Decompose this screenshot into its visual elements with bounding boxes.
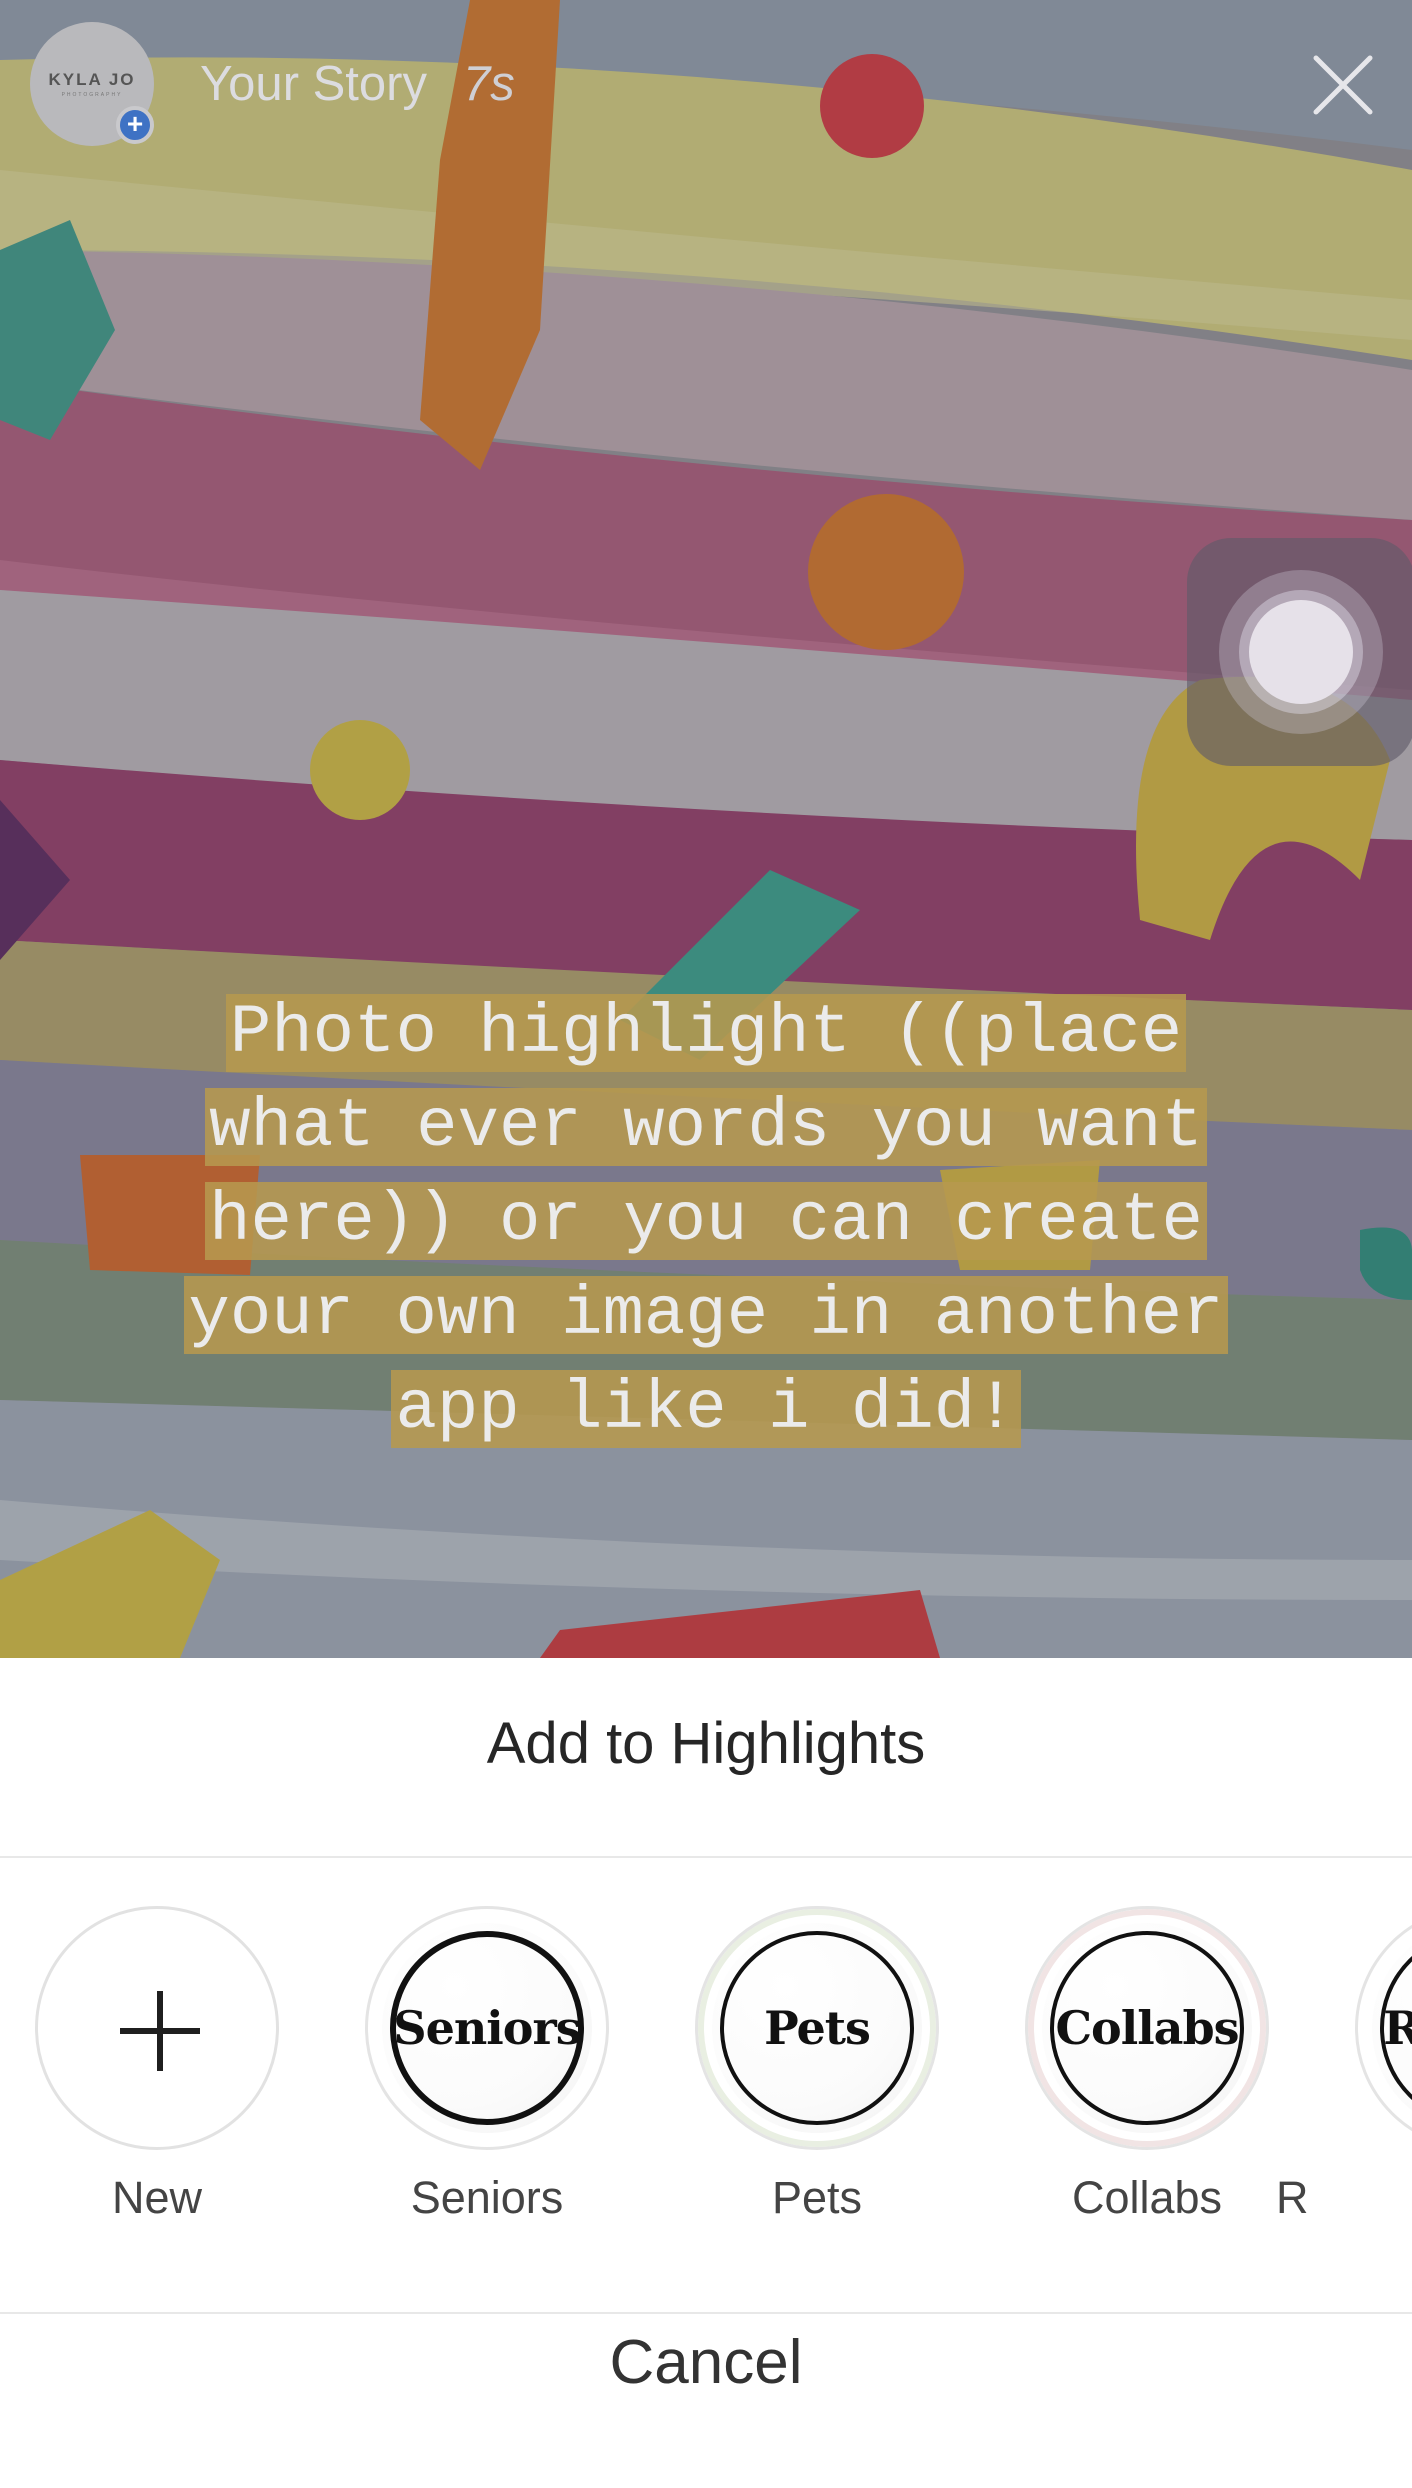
caption-line: app like i did! (391, 1370, 1021, 1448)
highlights-carousel[interactable]: Seniors Pets Collabs R (0, 1906, 1412, 2166)
story-timestamp: 7s (462, 57, 515, 111)
highlight-cover-text: Collabs (1055, 2001, 1239, 2055)
avatar[interactable]: KYLA JO PHOTOGRAPHY + (30, 22, 154, 146)
close-icon[interactable] (1310, 52, 1376, 118)
highlight-label-pets: Pets (692, 2172, 942, 2224)
add-story-plus-icon[interactable]: + (116, 106, 154, 144)
highlight-collabs[interactable]: Collabs (1022, 1906, 1272, 2150)
avatar-subtext: PHOTOGRAPHY (61, 92, 123, 98)
highlight-seniors[interactable]: Seniors (362, 1906, 612, 2150)
assistive-touch-core (1249, 600, 1353, 704)
sheet-title: Add to Highlights (486, 1711, 926, 1776)
caption-line: your own image in another (184, 1276, 1228, 1354)
new-highlight-button[interactable] (32, 1906, 282, 2150)
highlight-label: New (111, 2172, 203, 2223)
add-to-highlights-sheet: Add to Highlights Seniors Pets Collabs R… (0, 1658, 1412, 2488)
highlight-label-seniors: Seniors (362, 2172, 612, 2224)
highlight-label: R (1276, 2172, 1309, 2223)
highlight-cover-circle[interactable]: Pets (695, 1906, 939, 2150)
highlight-cover-circle[interactable]: Seniors (365, 1906, 609, 2150)
highlight-cover: Collabs (1042, 1923, 1252, 2133)
highlight-label-r: R (1276, 2172, 1412, 2224)
highlight-cover-text: R (1383, 2001, 1412, 2055)
divider (0, 1856, 1412, 1858)
caption-line: here)) or you can create (205, 1182, 1207, 1260)
highlight-cover: Seniors (382, 1923, 592, 2133)
highlight-cover-circle[interactable]: Collabs (1025, 1906, 1269, 2150)
story-title: Your Story (200, 57, 427, 111)
story-header: Your Story 7s (200, 56, 515, 112)
story-caption: Photo highlight ((place what ever words … (60, 986, 1352, 1456)
highlight-cover-text: Seniors (393, 2001, 581, 2055)
highlight-cover-circle[interactable]: R (1355, 1906, 1412, 2150)
caption-line: what ever words you want (205, 1088, 1207, 1166)
highlight-label-new: New (32, 2172, 282, 2224)
new-highlight-circle[interactable] (35, 1906, 279, 2150)
highlight-label: Seniors (410, 2172, 564, 2223)
assistive-touch-button[interactable] (1187, 538, 1412, 766)
highlight-cover: R (1372, 1923, 1412, 2133)
plus-icon-stem (157, 1991, 163, 2071)
avatar-brand-text: KYLA JO (48, 70, 136, 89)
highlight-cover: Pets (712, 1923, 922, 2133)
highlight-pets[interactable]: Pets (692, 1906, 942, 2150)
highlight-cover-text: Pets (764, 2001, 871, 2055)
caption-line: Photo highlight ((place (225, 994, 1187, 1072)
highlight-label-collabs: Collabs (1022, 2172, 1272, 2224)
story-viewer[interactable]: KYLA JO PHOTOGRAPHY + Your Story 7s Phot… (0, 0, 1412, 1658)
highlight-label: Collabs (1071, 2172, 1223, 2223)
highlight-label: Pets (771, 2172, 863, 2223)
highlight-r[interactable]: R (1352, 1906, 1412, 2150)
cancel-button[interactable]: Cancel (0, 2298, 1412, 2488)
